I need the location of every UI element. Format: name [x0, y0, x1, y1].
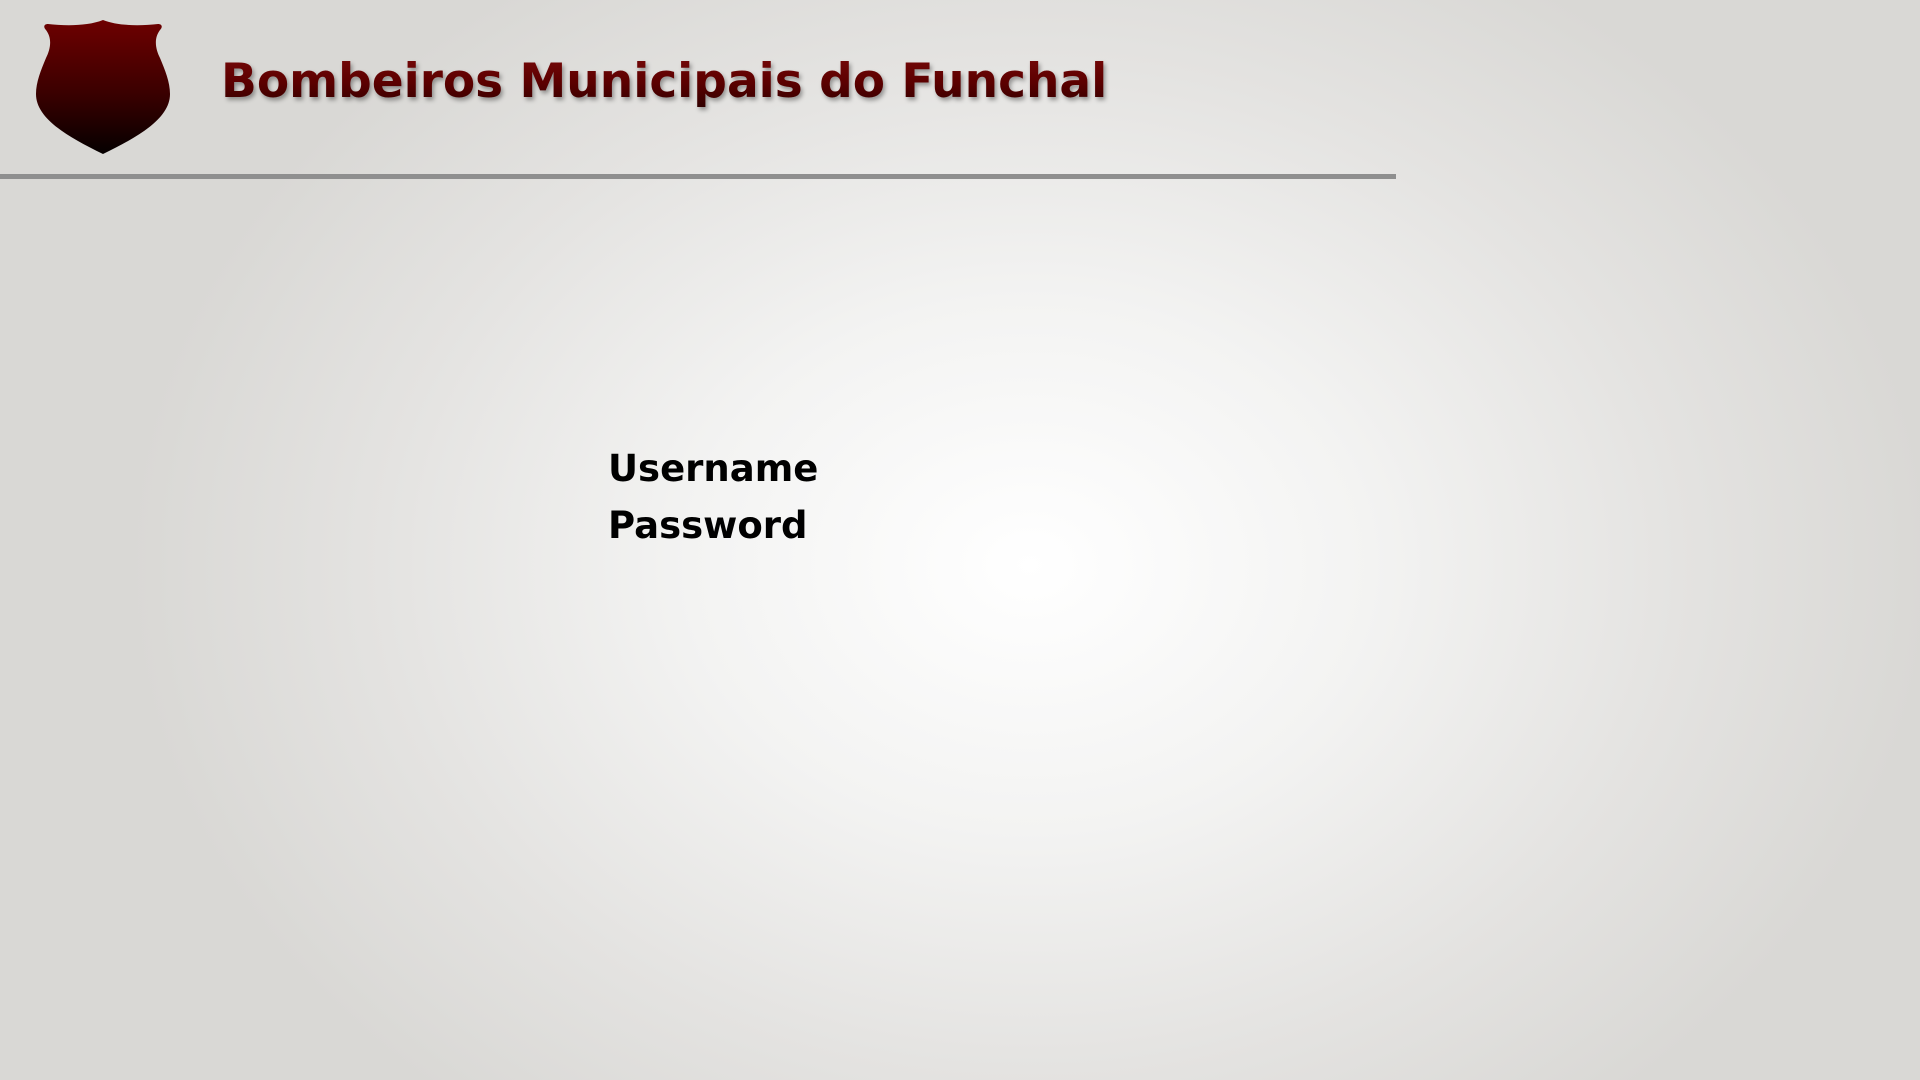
shield-icon [36, 18, 170, 156]
username-input[interactable] [834, 445, 1039, 492]
password-row: Password [608, 497, 1028, 554]
username-row: Username [608, 440, 1039, 497]
password-input[interactable] [823, 502, 1028, 549]
password-label: Password [608, 504, 808, 547]
page-title: Bombeiros Municipais do Funchal [221, 52, 1107, 112]
login-form: Username Password [608, 440, 1039, 554]
header-divider [0, 174, 1396, 179]
shield-logo-graphic [36, 20, 170, 154]
username-label: Username [608, 447, 819, 490]
